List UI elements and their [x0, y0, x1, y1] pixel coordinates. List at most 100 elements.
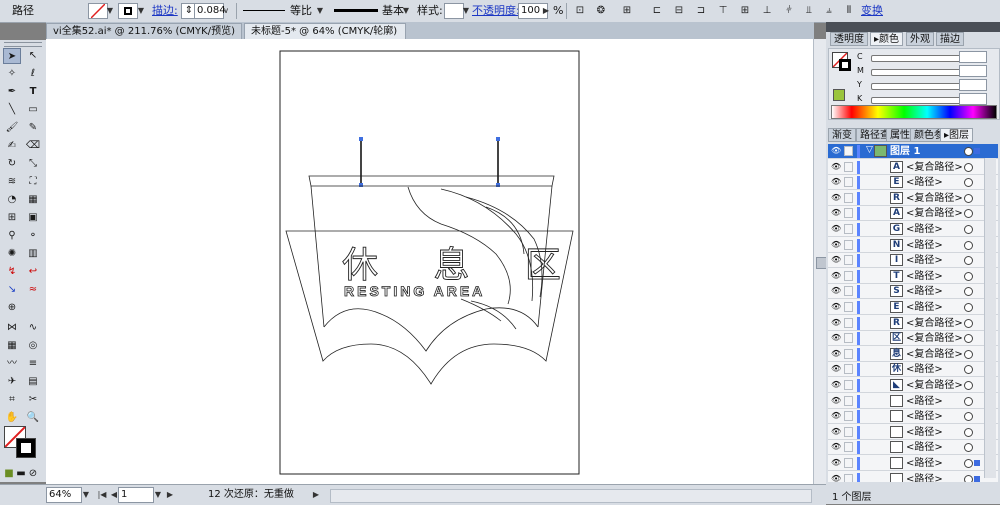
visibility-eye-icon[interactable]: 👁 [831, 256, 841, 264]
stroke-dropdown-icon[interactable]: ▼ [135, 3, 147, 19]
lock-toggle[interactable] [844, 348, 853, 359]
lock-toggle[interactable] [844, 458, 853, 468]
anchor-point[interactable] [359, 137, 363, 141]
target-circle-icon[interactable] [964, 271, 973, 281]
distribute-vcenter-icon[interactable]: ⫫ [800, 3, 818, 19]
target-circle-icon[interactable] [964, 193, 973, 203]
visibility-eye-icon[interactable]: 👁 [831, 443, 841, 451]
visibility-eye-icon[interactable]: 👁 [831, 303, 841, 311]
layer-row[interactable]: 👁 R <复合路径> [828, 316, 998, 331]
target-circle-icon[interactable] [964, 147, 973, 156]
layer-row-header[interactable]: 👁 ▽ 图层 1 [828, 144, 998, 159]
cyan-slider[interactable]: C [853, 51, 993, 63]
layer-row[interactable]: 👁 G <路径> [828, 222, 998, 237]
lock-toggle[interactable] [844, 302, 853, 312]
layer-row[interactable]: 👁 S <路径> [828, 284, 998, 300]
layer-row[interactable]: 👁 <路径> [828, 409, 998, 425]
page-input[interactable]: 1 [118, 487, 154, 503]
target-circle-icon[interactable] [964, 412, 973, 422]
layer-row[interactable]: 👁 E <路径> [828, 175, 998, 191]
tab-untitled-5[interactable]: 未标题-5* @ 64% (CMYK/轮廓)× [244, 23, 406, 53]
visibility-eye-icon[interactable]: 👁 [831, 365, 841, 373]
vertical-scrollbar[interactable] [813, 39, 827, 484]
eyedropper-tool-icon[interactable]: ⚲ [3, 228, 21, 244]
distribute-left-icon[interactable]: ⫴ [840, 3, 858, 19]
column-graph-tool-icon[interactable]: ▥ [24, 246, 42, 262]
visibility-eye-icon[interactable]: 👁 [831, 240, 841, 249]
panel-stroke-icon[interactable] [839, 59, 851, 71]
out-of-gamut-icon[interactable] [833, 89, 845, 101]
align-bottom-icon[interactable]: ⊥ [758, 3, 776, 19]
free-transform-tool-icon[interactable]: ⛶ [24, 174, 42, 190]
line-tool-icon[interactable]: ╲ [3, 102, 21, 118]
crosshair-tool-icon[interactable]: ⊕ [3, 300, 21, 316]
measure-tool-icon[interactable]: ✈ [3, 374, 21, 390]
perspective-grid-tool-icon[interactable]: ⊞ [3, 210, 21, 226]
shape-builder-tool-icon[interactable]: ◔ [3, 192, 21, 208]
visibility-eye-icon[interactable]: 👁 [831, 459, 841, 467]
target-circle-icon[interactable] [964, 396, 973, 406]
layer-row[interactable]: 👁 E <路径> [828, 300, 998, 315]
selection-square-icon[interactable] [974, 148, 980, 154]
blob-brush-tool-icon[interactable]: ✍ [3, 138, 21, 154]
stroke-weight-dropdown-icon[interactable]: ∨ [220, 3, 232, 19]
tab-color[interactable]: ▸颜色 [870, 32, 904, 46]
tab-stroke[interactable]: 描边 [936, 32, 964, 46]
live-paint-tool-icon[interactable]: ▦ [24, 192, 42, 208]
layer-row[interactable]: 👁 A <复合路径> [828, 206, 998, 222]
target-circle-icon[interactable] [964, 427, 973, 437]
lock-toggle[interactable] [844, 161, 853, 172]
visibility-eye-icon[interactable]: 👁 [831, 162, 841, 171]
page-dropdown-icon[interactable]: ▼ [152, 487, 164, 503]
lock-toggle[interactable] [844, 333, 853, 344]
style-dropdown-icon[interactable]: ▼ [460, 3, 472, 19]
lock-toggle[interactable] [844, 426, 853, 437]
visibility-eye-icon[interactable]: 👁 [831, 209, 841, 217]
layer-row[interactable]: 👁 <路径> [828, 456, 998, 471]
visibility-eye-icon[interactable]: 👁 [831, 334, 841, 342]
layer-row[interactable]: 👁 区 <复合路径> [828, 331, 998, 347]
rectangle-tool-icon[interactable]: ▭ [24, 102, 42, 118]
lasso-tool-icon[interactable]: ℓ [24, 66, 42, 82]
visibility-eye-icon[interactable]: 👁 [831, 318, 841, 327]
visibility-eye-icon[interactable]: 👁 [831, 271, 841, 280]
lock-toggle[interactable] [844, 177, 853, 188]
chinese-title-outline[interactable]: 休 息 区 [342, 245, 583, 287]
align-to-icon[interactable]: ⊞ [618, 3, 636, 19]
layer-row[interactable]: 👁 I <路径> [828, 253, 998, 269]
magic-wand-tool-icon[interactable]: ✧ [3, 66, 21, 82]
toolbox-grip[interactable] [4, 42, 42, 47]
lock-toggle[interactable] [844, 473, 853, 482]
hand-sub-tool-icon[interactable]: ↘ [3, 282, 21, 298]
layer-row[interactable]: 👁 R <复合路径> [828, 191, 998, 206]
hand-tool-icon[interactable]: ✋ [3, 410, 21, 426]
stroke-color-icon[interactable] [16, 438, 36, 458]
tab-layers[interactable]: ▸图层 [940, 128, 974, 142]
lock-toggle[interactable] [844, 364, 853, 375]
target-circle-icon[interactable] [964, 381, 973, 390]
lock-toggle[interactable] [844, 380, 853, 390]
zoom-dropdown-icon[interactable]: ▼ [80, 487, 92, 503]
expand-arrow-icon[interactable]: ▽ [866, 145, 873, 155]
tab-transparency[interactable]: 透明度 [830, 32, 868, 46]
visibility-eye-icon[interactable]: 👁 [831, 147, 841, 155]
eraser-tool-icon[interactable]: ⌫ [24, 138, 42, 154]
next-page-icon[interactable]: ▶ [164, 487, 176, 503]
distribute-bottom-icon[interactable]: ⫨ [820, 3, 838, 19]
target-circle-icon[interactable] [964, 240, 973, 250]
visibility-eye-icon[interactable]: 👁 [831, 349, 841, 358]
target-circle-icon[interactable] [964, 318, 973, 328]
target-circle-icon[interactable] [964, 287, 973, 297]
layer-row[interactable]: 👁 ◣ <复合路径> [828, 378, 998, 393]
lock-toggle[interactable] [844, 286, 853, 297]
magenta-slider[interactable]: M [853, 65, 993, 77]
horizontal-scrollbar[interactable] [330, 489, 812, 503]
rotate-tool-icon[interactable]: ↻ [3, 156, 21, 172]
gradient-mesh-tool-icon[interactable]: ◎ [24, 338, 42, 354]
visibility-eye-icon[interactable]: 👁 [831, 396, 841, 405]
lock-toggle[interactable] [844, 255, 853, 266]
lock-toggle[interactable] [844, 224, 853, 234]
status-menu-icon[interactable]: ▶ [310, 487, 322, 503]
layer-row[interactable]: 👁 T <路径> [828, 269, 998, 284]
blend-tool-icon[interactable]: ⚬ [24, 228, 42, 244]
